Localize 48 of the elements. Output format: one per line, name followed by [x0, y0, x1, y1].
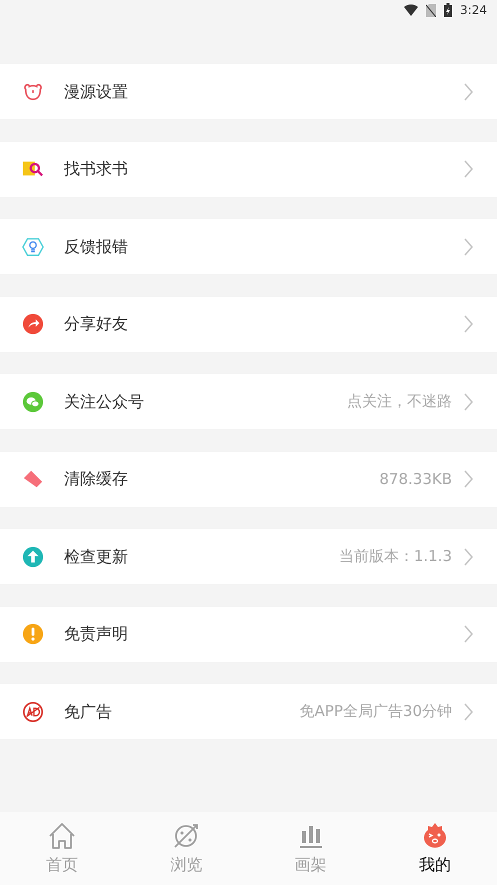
upload-icon — [22, 546, 44, 568]
status-time: 3:24 — [460, 2, 487, 19]
menu-label: 清除缓存 — [64, 468, 128, 490]
chevron-right-icon — [464, 548, 473, 566]
share-icon — [22, 313, 44, 335]
tab-label: 浏览 — [170, 854, 202, 876]
menu-item[interactable]: 漫源设置 — [0, 64, 497, 119]
menu-item[interactable]: 分享好友 — [0, 296, 497, 352]
menu-item[interactable]: 免责声明 — [0, 606, 497, 662]
menu-item[interactable]: 反馈报错 — [0, 219, 497, 274]
menu-label: 找书求书 — [64, 158, 128, 180]
menu-label: 免责声明 — [64, 623, 128, 645]
menu-item[interactable]: 找书求书 — [0, 142, 497, 196]
lightbulb-icon — [22, 236, 44, 258]
chevron-right-icon — [464, 470, 473, 488]
chevron-right-icon — [464, 315, 473, 333]
chevron-right-icon — [464, 238, 473, 256]
menu-value: 免APP全局广告30分钟 — [300, 701, 452, 722]
no-sim-icon — [426, 4, 436, 16]
chevron-right-icon — [464, 160, 473, 178]
menu-value: 当前版本：1.1.3 — [338, 546, 452, 568]
tab-label: 我的 — [418, 854, 451, 876]
menu-label: 检查更新 — [64, 546, 128, 568]
battery-icon — [444, 3, 452, 17]
menu-label: 反馈报错 — [64, 236, 128, 258]
menu-item[interactable]: 检查更新 当前版本：1.1.3 — [0, 529, 497, 584]
eraser-icon — [22, 468, 44, 490]
tab-label: 画架 — [294, 854, 327, 876]
menu-label: 分享好友 — [64, 313, 128, 335]
menu-label: 免广告 — [64, 700, 112, 722]
menu-label: 漫源设置 — [64, 80, 128, 102]
menu-label: 关注公众号 — [64, 390, 144, 412]
alert-icon — [22, 623, 44, 645]
home-icon — [47, 820, 78, 850]
menu-value: 878.33KB — [379, 468, 452, 490]
chevron-right-icon — [464, 392, 473, 410]
wifi-icon — [404, 4, 418, 16]
menu-value: 点关注，不迷路 — [347, 391, 452, 412]
tab-label: 首页 — [46, 854, 78, 876]
no-ads-icon — [22, 700, 44, 722]
menu-item[interactable]: 清除缓存 878.33KB — [0, 452, 497, 506]
menu-item[interactable]: 关注公众号 点关注，不迷路 — [0, 374, 497, 429]
nav-tab[interactable]: 我的 — [372, 812, 497, 885]
chevron-right-icon — [464, 702, 473, 720]
menu-item[interactable]: 免广告 免APP全局广告30分钟 — [0, 684, 497, 739]
chevron-right-icon — [464, 82, 473, 100]
chevron-right-icon — [464, 625, 473, 643]
chat-icon — [22, 390, 44, 412]
